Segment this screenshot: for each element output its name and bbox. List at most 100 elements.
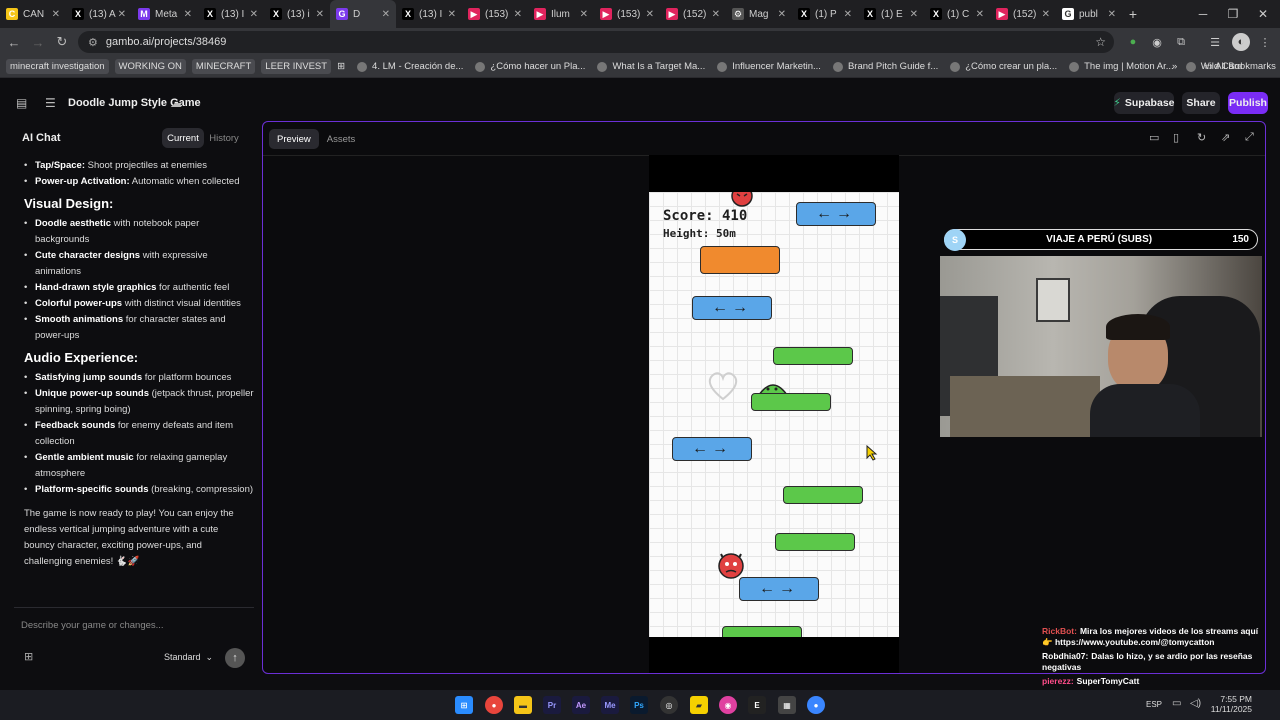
mobile-view-icon[interactable]: ▯ xyxy=(1173,131,1179,144)
bookmark-item[interactable]: 4. LM - Creación de... xyxy=(357,61,463,72)
browser-tab[interactable]: ⚙ Mag ✕ xyxy=(726,0,792,28)
back-icon[interactable]: ← xyxy=(2,30,26,54)
browser-tab[interactable]: ▶ (152) ✕ xyxy=(990,0,1056,28)
mode-select[interactable]: Standard ⌄ xyxy=(164,652,213,663)
browser-tab[interactable]: ▶ (153) ✕ xyxy=(594,0,660,28)
chrome-icon[interactable]: ● xyxy=(485,696,503,714)
calculator-icon[interactable]: ▦ xyxy=(778,696,796,714)
close-tab-icon[interactable]: ✕ xyxy=(448,9,456,20)
language-indicator[interactable]: ESP xyxy=(1146,700,1162,709)
reading-list-icon[interactable]: ☰ xyxy=(1206,33,1224,51)
tab-preview[interactable]: Preview xyxy=(269,129,319,149)
all-bookmarks-button[interactable]: ▭ All Bookmarks xyxy=(1204,61,1276,72)
chat-input[interactable]: Describe your game or changes... xyxy=(21,620,164,631)
close-tab-icon[interactable]: ✕ xyxy=(52,9,60,20)
browser-tab[interactable]: G D ✕ xyxy=(330,0,396,28)
refresh-icon[interactable]: ↻ xyxy=(1197,131,1206,144)
browser-tab[interactable]: X (1) E ✕ xyxy=(858,0,924,28)
close-tab-icon[interactable]: ✕ xyxy=(316,9,324,20)
share-button[interactable]: Share xyxy=(1182,92,1220,114)
obs-icon[interactable]: ◎ xyxy=(660,696,678,714)
bookmarks-overflow-icon[interactable]: » xyxy=(1172,61,1177,72)
tab-assets[interactable]: Assets xyxy=(319,129,364,149)
new-tab-button[interactable]: + xyxy=(1122,0,1144,28)
publish-button[interactable]: Publish xyxy=(1228,92,1268,114)
bookmark-star-icon[interactable]: ☆ xyxy=(1095,35,1106,49)
bookmark-item[interactable]: MINECRAFT xyxy=(191,59,256,74)
bookmark-item[interactable]: ¿Cómo hacer un Pla... xyxy=(475,61,585,72)
browser-tab[interactable]: Gpubl ✕ xyxy=(1056,0,1122,28)
browser-tab[interactable]: X (1) C ✕ xyxy=(924,0,990,28)
photoshop-icon[interactable]: Ps xyxy=(630,696,648,714)
game-canvas[interactable]: Score: 410 Height: 50m ←→ ←→ ←→ ←→ xyxy=(649,155,899,673)
network-icon[interactable]: ▭ xyxy=(1172,698,1181,709)
profile-avatar[interactable]: ◐ xyxy=(1232,33,1250,51)
start-menu-icon[interactable]: ⊞ xyxy=(455,696,473,714)
fullscreen-icon[interactable]: ⤢ xyxy=(1245,131,1254,144)
chrome-profile-icon[interactable]: ● xyxy=(807,696,825,714)
bookmark-item[interactable]: What Is a Target Ma... xyxy=(597,61,705,72)
browser-tab[interactable]: X (13) I ✕ xyxy=(396,0,462,28)
close-tab-icon[interactable]: ✕ xyxy=(1042,9,1050,20)
browser-menu-icon[interactable]: ⋮ xyxy=(1256,33,1274,51)
extension-icon[interactable]: ◉ xyxy=(1148,33,1166,51)
browser-tab[interactable]: X (13) i ✕ xyxy=(264,0,330,28)
file-explorer-icon[interactable]: ▬ xyxy=(514,696,532,714)
close-tab-icon[interactable]: ✕ xyxy=(184,9,192,20)
close-tab-icon[interactable]: ✕ xyxy=(778,9,786,20)
app-icon[interactable]: ◉ xyxy=(719,696,737,714)
close-tab-icon[interactable]: ✕ xyxy=(712,9,720,20)
bookmark-item[interactable]: minecraft investigation xyxy=(6,59,109,74)
desktop-view-icon[interactable]: ▭ xyxy=(1149,131,1159,144)
sidebar-toggle-icon[interactable]: ▤ xyxy=(16,96,27,110)
browser-tab[interactable]: C CAN ✕ xyxy=(0,0,66,28)
site-info-icon[interactable]: ⚙ xyxy=(88,36,98,49)
browser-tab[interactable]: ▶ Ilum ✕ xyxy=(528,0,594,28)
close-window-button[interactable]: ✕ xyxy=(1248,0,1278,28)
close-tab-icon[interactable]: ✕ xyxy=(250,9,258,20)
bookmark-item[interactable]: Influencer Marketin... xyxy=(717,61,821,72)
apps-grid-icon[interactable]: ⊞ xyxy=(337,61,345,72)
attach-image-icon[interactable]: ⊞ xyxy=(24,650,33,663)
browser-tab[interactable]: X (1) P ✕ xyxy=(792,0,858,28)
forward-icon[interactable]: → xyxy=(26,30,50,54)
browser-tab[interactable]: ▶ (153) ✕ xyxy=(462,0,528,28)
media-encoder-icon[interactable]: Me xyxy=(601,696,619,714)
close-tab-icon[interactable]: ✕ xyxy=(382,9,390,20)
send-button[interactable]: ↑ xyxy=(225,648,245,668)
tab-current[interactable]: Current xyxy=(162,128,204,148)
minimize-button[interactable]: ─ xyxy=(1188,0,1218,28)
close-tab-icon[interactable]: ✕ xyxy=(1108,9,1116,20)
sticky-notes-icon[interactable]: ▰ xyxy=(690,696,708,714)
close-tab-icon[interactable]: ✕ xyxy=(580,9,588,20)
menu-icon[interactable]: ☰ xyxy=(45,96,56,110)
supabase-button[interactable]: ⚡ Supabase xyxy=(1114,92,1175,114)
tab-history[interactable]: History xyxy=(206,128,242,148)
bookmark-item[interactable]: The img | Motion Ar... xyxy=(1069,61,1174,72)
premiere-icon[interactable]: Pr xyxy=(543,696,561,714)
clock[interactable]: 7:55 PM 11/11/2025 xyxy=(1210,694,1252,714)
close-tab-icon[interactable]: ✕ xyxy=(910,9,918,20)
bookmark-item[interactable]: Brand Pitch Guide f... xyxy=(832,61,938,72)
close-tab-icon[interactable]: ✕ xyxy=(976,9,984,20)
bookmark-item[interactable]: ¿Cómo crear un pla... xyxy=(950,61,1057,72)
browser-tab[interactable]: X (13) A ✕ xyxy=(66,0,132,28)
close-tab-icon[interactable]: ✕ xyxy=(118,9,126,20)
browser-tab[interactable]: X (13) I ✕ xyxy=(198,0,264,28)
after-effects-icon[interactable]: Ae xyxy=(572,696,590,714)
browser-tab[interactable]: ▶ (152) ✕ xyxy=(660,0,726,28)
extensions-puzzle-icon[interactable]: ⧉ xyxy=(1172,33,1190,51)
close-tab-icon[interactable]: ✕ xyxy=(514,9,522,20)
reload-icon[interactable]: ↻ xyxy=(50,30,74,54)
extension-icon[interactable]: ● xyxy=(1124,33,1142,51)
volume-icon[interactable]: ◁) xyxy=(1190,698,1201,709)
url-bar[interactable]: ⚙ gambo.ai/projects/38469 ☆ xyxy=(78,31,1114,53)
browser-tab[interactable]: M Meta ✕ xyxy=(132,0,198,28)
open-external-icon[interactable]: ⇗ xyxy=(1221,131,1230,144)
maximize-button[interactable]: ❐ xyxy=(1218,0,1248,28)
epic-games-icon[interactable]: E xyxy=(748,696,766,714)
close-tab-icon[interactable]: ✕ xyxy=(646,9,654,20)
bookmark-item[interactable]: WORKING ON xyxy=(114,59,186,74)
close-tab-icon[interactable]: ✕ xyxy=(844,9,852,20)
bookmark-item[interactable]: LEER INVEST xyxy=(261,59,332,74)
